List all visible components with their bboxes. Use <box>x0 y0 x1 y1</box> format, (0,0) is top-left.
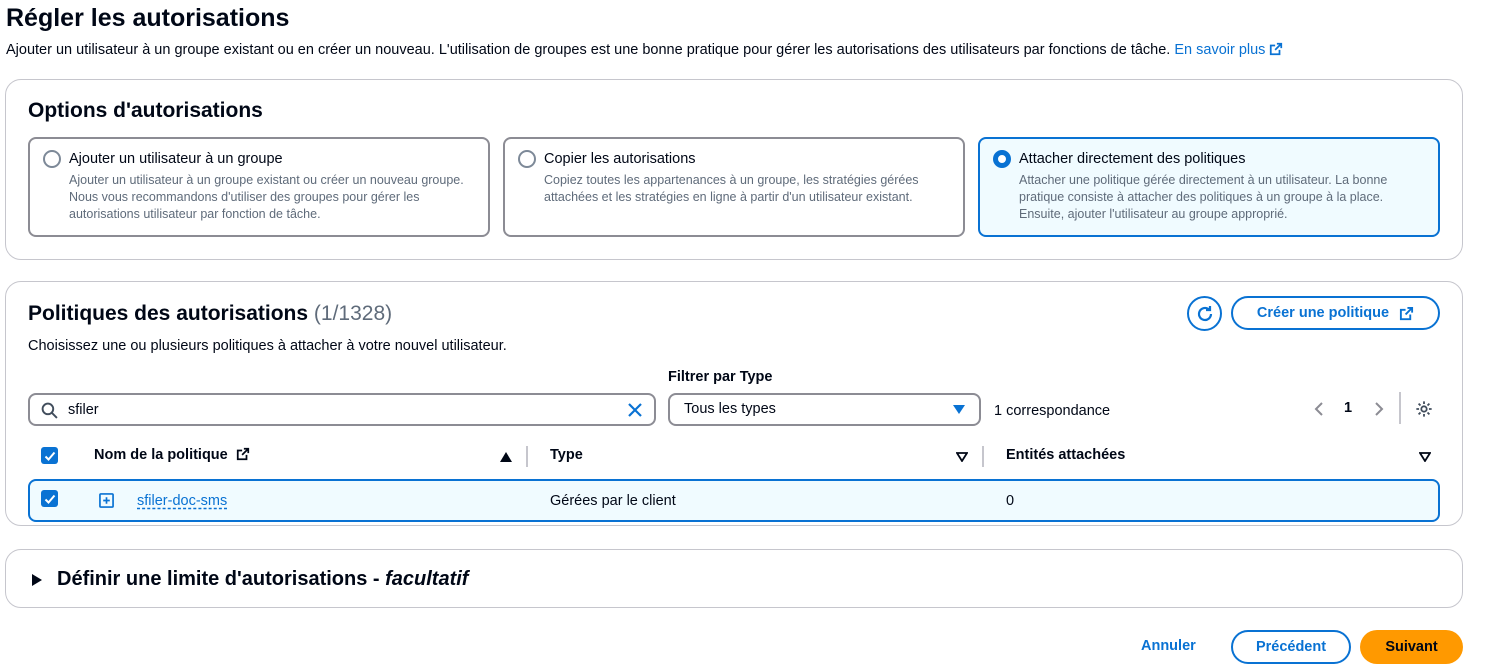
next-button[interactable]: Suivant <box>1360 630 1463 664</box>
settings-gear-icon[interactable] <box>1415 400 1433 418</box>
caret-down-icon <box>953 405 965 414</box>
policy-type-cell: Gérées par le client <box>550 493 676 509</box>
permission-options-panel: Options d'autorisations Ajouter un utili… <box>5 79 1463 260</box>
checkmark-icon <box>44 451 55 461</box>
policies-title-text: Politiques des autorisations <box>28 302 309 325</box>
caret-right-icon <box>32 574 42 586</box>
attached-entities-cell: 0 <box>1006 493 1015 509</box>
refresh-icon <box>1197 305 1212 321</box>
sort-icon[interactable] <box>956 452 968 462</box>
table-row[interactable]: sfiler-doc-sms Gérées par le client 0 <box>28 479 1440 522</box>
row-checkbox[interactable] <box>41 490 58 507</box>
tile-description: Ajouter un utilisateur à un groupe exist… <box>69 173 464 221</box>
policies-title: Politiques des autorisations (1/1328) <box>28 302 392 326</box>
type-filter-select[interactable]: Tous les types <box>668 393 981 426</box>
expand-plus-icon[interactable] <box>99 493 114 508</box>
create-policy-label: Créer une politique <box>1256 305 1390 321</box>
sort-icon[interactable] <box>1419 452 1431 462</box>
cancel-button[interactable]: Annuler <box>1141 638 1196 654</box>
select-all-checkbox[interactable] <box>41 447 58 464</box>
current-page[interactable]: 1 <box>1344 400 1352 416</box>
page-title: Régler les autorisations <box>6 4 290 32</box>
tile-label: Attacher directement des politiques <box>1019 151 1246 167</box>
column-header-attached-entities[interactable]: Entités attachées <box>1006 447 1125 463</box>
search-field[interactable] <box>28 393 656 426</box>
page-description: Ajouter un utilisateur à un groupe exist… <box>6 42 1283 58</box>
boundary-title-text: Définir une limite d'autorisations - <box>57 568 386 590</box>
match-count: 1 correspondance <box>994 403 1111 419</box>
external-link-icon <box>236 447 249 461</box>
sort-ascending-icon[interactable] <box>500 452 512 462</box>
tile-description: Attacher une politique gérée directement… <box>1019 173 1388 221</box>
column-header-policy-name[interactable]: Nom de la politique <box>94 447 250 463</box>
policies-subtitle: Choisissez une ou plusieurs politiques à… <box>28 338 507 354</box>
type-filter-value: Tous les types <box>684 401 776 417</box>
tile-label: Copier les autorisations <box>544 151 696 167</box>
column-header-type[interactable]: Type <box>550 447 583 463</box>
tile-copy-permissions[interactable]: Copier les autorisations Copiez toutes l… <box>503 137 965 237</box>
tile-description: Copiez toutes les appartenances à un gro… <box>544 173 919 204</box>
options-title: Options d'autorisations <box>28 99 263 122</box>
learn-more-link[interactable]: En savoir plus <box>1174 42 1283 58</box>
radio-copy-permissions[interactable] <box>518 150 536 168</box>
clear-icon[interactable] <box>627 402 643 418</box>
filter-by-type-label: Filtrer par Type <box>668 369 773 385</box>
create-policy-button[interactable]: Créer une politique <box>1231 296 1440 330</box>
tile-attach-policies-directly[interactable]: Attacher directement des politiques Atta… <box>978 137 1440 237</box>
checkmark-icon <box>44 494 55 504</box>
learn-more-label: En savoir plus <box>1174 42 1266 58</box>
page-description-text: Ajouter un utilisateur à un groupe exist… <box>6 42 1171 58</box>
pager-divider <box>1399 392 1401 424</box>
boundary-optional: facultatif <box>385 568 469 590</box>
refresh-button[interactable] <box>1187 296 1222 331</box>
search-input[interactable] <box>68 400 608 420</box>
permission-policies-panel: Politiques des autorisations (1/1328) Ch… <box>5 281 1463 526</box>
external-link-icon <box>1270 42 1283 56</box>
column-separator <box>526 446 528 467</box>
search-icon <box>41 402 58 419</box>
radio-add-user-to-group[interactable] <box>43 150 61 168</box>
policy-name-link[interactable]: sfiler-doc-sms <box>137 493 227 509</box>
tile-add-user-to-group[interactable]: Ajouter un utilisateur à un groupe Ajout… <box>28 137 490 237</box>
policies-count: (1/1328) <box>313 302 393 325</box>
external-link-icon <box>1400 306 1414 320</box>
next-page-icon[interactable] <box>1374 401 1384 417</box>
tile-label: Ajouter un utilisateur à un groupe <box>69 151 283 167</box>
radio-attach-policies-directly[interactable] <box>993 150 1011 168</box>
permissions-boundary-section[interactable]: Définir une limite d'autorisations - fac… <box>5 549 1463 608</box>
previous-button[interactable]: Précédent <box>1231 630 1351 664</box>
boundary-title: Définir une limite d'autorisations - fac… <box>57 568 468 591</box>
previous-page-icon[interactable] <box>1314 401 1324 417</box>
column-separator <box>982 446 984 467</box>
column-name-label: Nom de la politique <box>94 447 228 463</box>
